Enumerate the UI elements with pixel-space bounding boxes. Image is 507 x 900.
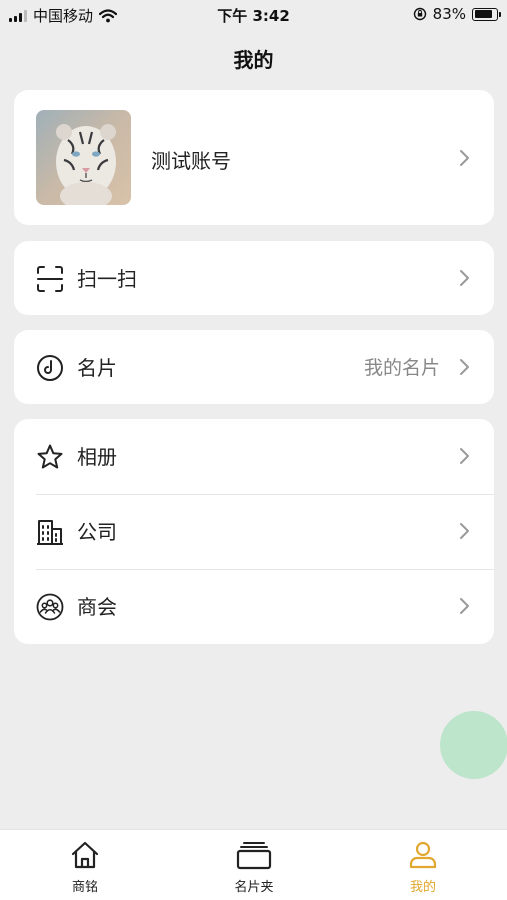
tab-label: 名片夹	[234, 880, 274, 895]
menu-group-card: 相册 公司 商会	[14, 419, 494, 644]
scan-card: 扫一扫	[14, 241, 494, 315]
star-icon	[37, 444, 63, 469]
tab-home[interactable]: 商铭	[35, 840, 135, 895]
status-bar: 中国移动 下午 3:42 83%	[0, 0, 507, 30]
battery-icon	[472, 7, 501, 21]
orientation-lock-icon	[413, 7, 426, 21]
chevron-right-icon	[460, 523, 469, 539]
tab-card-holder[interactable]: 名片夹	[204, 840, 304, 895]
tab-label: 商铭	[71, 880, 98, 895]
people-icon	[36, 593, 64, 621]
card-card: 名片 我的名片	[14, 330, 494, 404]
page-title: 我的	[233, 48, 274, 72]
menu-item-company[interactable]: 公司	[14, 494, 494, 569]
menu-item-business-card[interactable]: 名片 我的名片	[14, 330, 494, 405]
menu-item-label: 相册	[77, 445, 117, 469]
battery-level	[474, 10, 492, 18]
card-icon	[37, 355, 63, 381]
profile-card[interactable]: 测试账号	[14, 90, 494, 225]
my-card-value: 我的名片	[363, 357, 440, 379]
menu-item-scan[interactable]: 扫一扫	[14, 241, 494, 316]
tab-label: 我的	[409, 880, 436, 895]
profile-name: 测试账号	[151, 149, 231, 173]
chevron-right-icon	[460, 150, 469, 166]
card-holder-icon	[236, 842, 272, 870]
chevron-right-icon	[460, 359, 469, 375]
menu-item-label: 扫一扫	[77, 267, 137, 291]
menu-item-label: 名片	[77, 356, 117, 380]
chevron-right-icon	[460, 448, 469, 464]
menu-item-label: 公司	[77, 520, 117, 544]
battery-percent: 83%	[432, 5, 466, 23]
my-page-screen: 中国移动 下午 3:42 83% 我的 测试账号 扫一扫 名片 我的名片 相册 …	[0, 0, 507, 900]
home-icon	[71, 841, 99, 869]
user-icon	[409, 841, 437, 869]
scan-icon	[37, 266, 63, 292]
status-right: 83%	[413, 5, 501, 23]
menu-item-chamber[interactable]: 商会	[14, 569, 494, 644]
building-icon	[37, 520, 63, 545]
menu-item-album[interactable]: 相册	[14, 419, 494, 494]
menu-item-label: 商会	[77, 595, 117, 619]
chevron-right-icon	[460, 270, 469, 286]
floating-action-button[interactable]	[440, 711, 507, 779]
tab-bar: 商铭 名片夹 我的	[0, 829, 507, 900]
tab-mine[interactable]: 我的	[373, 840, 473, 895]
chevron-right-icon	[460, 598, 469, 614]
avatar	[36, 110, 131, 205]
